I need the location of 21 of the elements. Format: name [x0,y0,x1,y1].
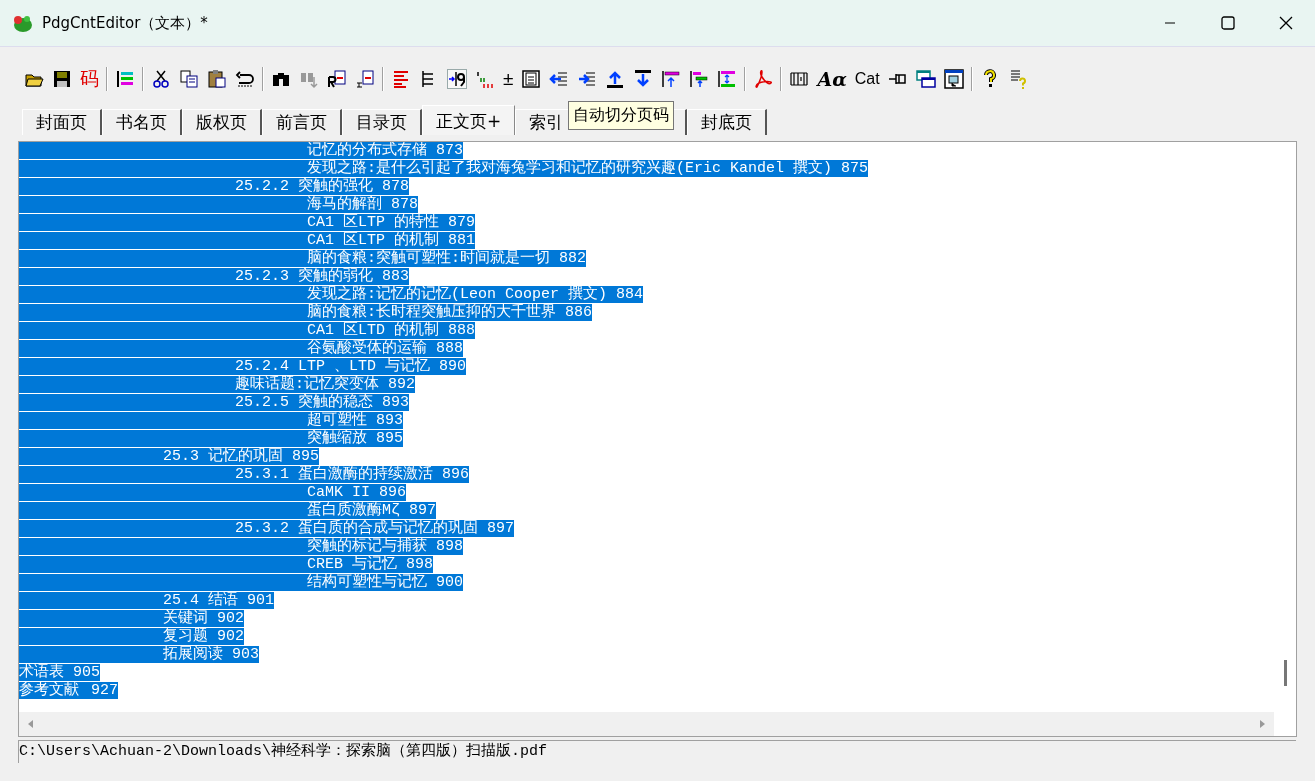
tab[interactable]: 正文页+ [422,105,516,135]
toolbar-button[interactable]: Cat [852,67,882,91]
tab[interactable]: 封底页 [687,109,768,135]
maximize-icon[interactable] [1221,16,1235,30]
toolbar-button[interactable]: 码 [78,67,101,91]
windows-icon[interactable] [913,67,938,91]
paste-icon[interactable] [205,67,229,91]
arrow-bar-icon[interactable] [445,67,469,91]
toolbar-button[interactable]: Aα [815,67,849,91]
tab[interactable]: 版权页 [182,109,262,135]
close-icon[interactable] [1279,16,1293,30]
copy-icon[interactable] [177,67,201,91]
monitor-icon[interactable] [941,67,966,91]
tab[interactable]: 书名页 [102,109,182,135]
window-title: PdgCntEditor（文本）* [42,13,209,33]
tooltip: 自动切分页码 [568,101,674,130]
file-path: C:\Users\Achuan-2\Downloads\神经科学：探索脑（第四版）扫描版.pdf [18,740,1296,763]
toolbar-button[interactable]: ± [501,67,516,91]
tab[interactable]: 封面页 [22,109,102,135]
tab[interactable]: 前言页 [262,109,342,135]
tab[interactable]: 目录页 [342,109,422,135]
